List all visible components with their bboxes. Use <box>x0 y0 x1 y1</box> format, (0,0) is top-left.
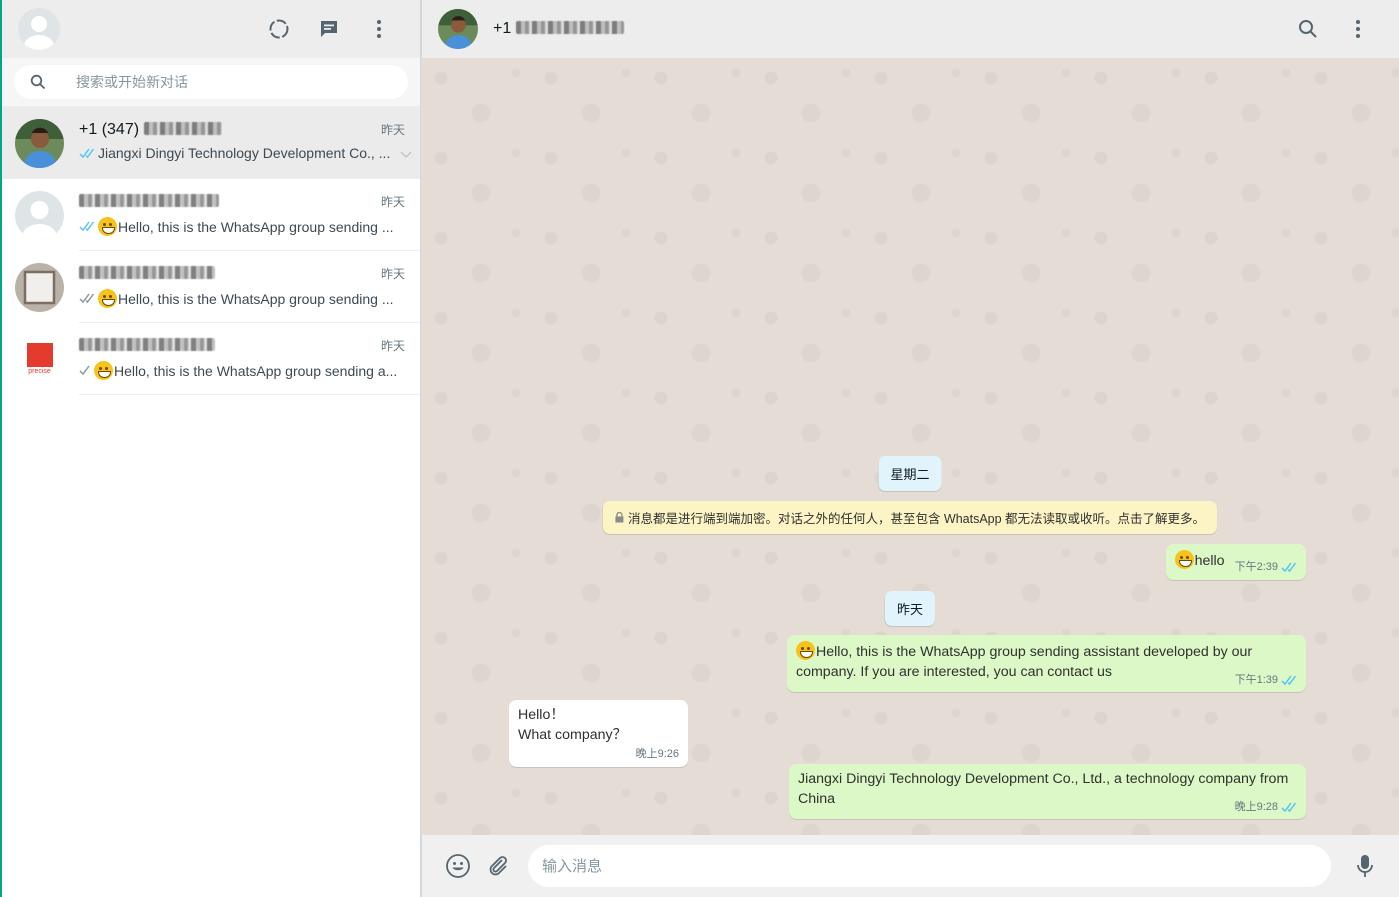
chat-preview: Jiangxi Dingyi Technology Development Co… <box>98 145 390 161</box>
emoji-icon <box>445 853 471 879</box>
compose-bar <box>421 835 1399 897</box>
new-chat-button[interactable] <box>304 9 354 49</box>
status-icon <box>268 18 290 40</box>
chat-time: 昨天 <box>381 265 405 282</box>
search-bar <box>2 58 420 107</box>
sidebar: +1 (347) 昨天 Jiangxi Dingyi Technology De… <box>0 0 421 897</box>
conversation-title[interactable]: +1 <box>493 20 624 38</box>
grinning-emoji-icon <box>98 289 117 308</box>
precise-logo <box>27 343 53 367</box>
menu-button[interactable] <box>354 9 404 49</box>
contact-avatar <box>15 263 64 312</box>
single-tick-icon <box>79 365 91 376</box>
contact-avatar <box>15 191 64 240</box>
voice-message-button[interactable] <box>1345 846 1385 886</box>
new-chat-icon <box>318 18 340 40</box>
lock-icon <box>615 512 624 523</box>
outgoing-message: Jiangxi Dingyi Technology Development Co… <box>789 764 1306 819</box>
search-box <box>14 65 408 99</box>
double-tick-icon <box>79 293 95 304</box>
my-avatar[interactable] <box>18 8 60 50</box>
chat-list-item[interactable]: 昨天 Hello, this is the WhatsApp group sen… <box>2 179 420 251</box>
redacted-number <box>144 122 222 135</box>
chat-list-item[interactable]: 昨天 Hello, this is the WhatsApp group sen… <box>2 251 420 323</box>
menu-icon <box>1355 19 1361 39</box>
emoji-button[interactable] <box>438 846 478 886</box>
chat-time: 昨天 <box>381 337 405 354</box>
chat-preview: Hello, this is the WhatsApp group sendin… <box>118 219 393 235</box>
chat-name <box>79 265 215 283</box>
grinning-emoji-icon <box>98 217 117 236</box>
conversation-pane: +1 星期二 消息都是进行端到端加密。对话之外的任何人，甚至包含 WhatsAp… <box>421 0 1399 897</box>
contact-avatar[interactable] <box>438 9 478 49</box>
contact-avatar: precise <box>15 335 64 384</box>
chevron-down-icon[interactable] <box>400 151 412 159</box>
grinning-emoji-icon <box>94 361 113 380</box>
attach-button[interactable] <box>478 846 518 886</box>
whatsapp-web-app: +1 (347) 昨天 Jiangxi Dingyi Technology De… <box>0 0 1399 897</box>
grinning-emoji-icon <box>796 641 815 660</box>
conversation-menu-button[interactable] <box>1333 9 1383 49</box>
chat-time: 昨天 <box>381 121 405 138</box>
date-divider: 星期二 <box>878 456 941 491</box>
contact-avatar <box>15 119 64 168</box>
message-input[interactable] <box>542 858 1317 875</box>
search-messages-button[interactable] <box>1283 9 1333 49</box>
messages-area: 星期二 消息都是进行端到端加密。对话之外的任何人，甚至包含 WhatsApp 都… <box>421 58 1399 835</box>
search-icon[interactable] <box>30 74 46 90</box>
chat-name <box>79 193 219 211</box>
double-tick-icon <box>79 148 95 159</box>
search-input[interactable] <box>76 74 376 90</box>
search-icon <box>1298 19 1318 39</box>
chat-list-item[interactable]: precise 昨天 Hello, this is the WhatsApp g… <box>2 323 420 395</box>
date-divider: 昨天 <box>885 591 935 626</box>
double-tick-icon <box>79 221 95 232</box>
chat-name <box>79 337 215 355</box>
outgoing-message: Hello, this is the WhatsApp group sendin… <box>787 635 1306 692</box>
double-tick-icon <box>1281 802 1297 813</box>
menu-icon <box>376 19 382 39</box>
outgoing-message: hello 下午2:39 <box>1166 544 1306 580</box>
attach-icon <box>487 855 509 877</box>
double-tick-icon <box>1281 562 1297 573</box>
grinning-emoji-icon <box>1175 550 1194 569</box>
sidebar-header <box>2 0 420 58</box>
encryption-notice[interactable]: 消息都是进行端到端加密。对话之外的任何人，甚至包含 WhatsApp 都无法读取… <box>603 501 1217 534</box>
double-tick-icon <box>1281 675 1297 686</box>
chat-time: 昨天 <box>381 193 405 210</box>
mic-icon <box>1356 854 1374 878</box>
chat-preview: Hello, this is the WhatsApp group sendin… <box>118 291 393 307</box>
conversation-header: +1 <box>421 0 1399 58</box>
chat-list: +1 (347) 昨天 Jiangxi Dingyi Technology De… <box>2 107 420 897</box>
chat-preview: Hello, this is the WhatsApp group sendin… <box>114 363 397 379</box>
incoming-message: Hello！ What company？ 晚上9:26 <box>509 700 688 767</box>
chat-name: +1 (347) <box>79 121 222 139</box>
message-input-wrapper <box>528 845 1331 887</box>
status-button[interactable] <box>254 9 304 49</box>
chat-list-item[interactable]: +1 (347) 昨天 Jiangxi Dingyi Technology De… <box>2 107 420 179</box>
